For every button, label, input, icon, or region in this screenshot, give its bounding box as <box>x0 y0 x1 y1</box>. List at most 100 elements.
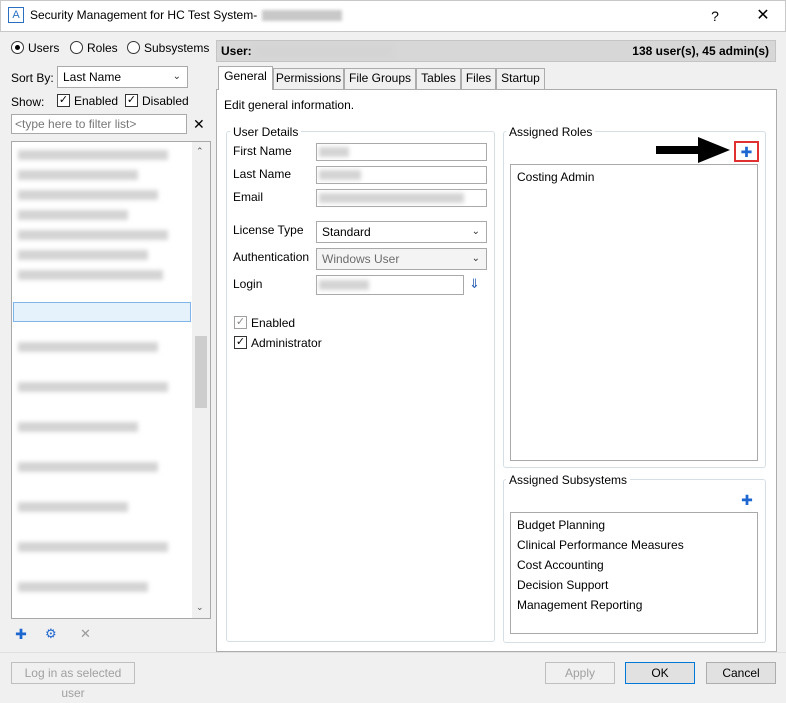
scroll-thumb[interactable] <box>195 336 207 408</box>
email-redacted <box>319 193 464 203</box>
radio-subsystems-label: Subsystems <box>144 41 210 55</box>
radio-users-indicator[interactable] <box>11 41 24 54</box>
list-item[interactable]: Management Reporting <box>511 598 757 618</box>
lookup-user-icon[interactable]: ⇓ <box>469 276 480 292</box>
user-name-redacted <box>255 46 393 57</box>
chevron-down-icon: ⌄ <box>172 71 181 82</box>
tab-general[interactable]: General <box>218 66 273 90</box>
first-name-label: First Name <box>233 144 292 158</box>
list-item[interactable] <box>18 542 168 552</box>
ok-button[interactable]: OK <box>625 662 695 684</box>
email-label: Email <box>233 190 264 204</box>
apply-button[interactable]: Apply <box>545 662 615 684</box>
cancel-button[interactable]: Cancel <box>706 662 776 684</box>
list-item[interactable]: Cost Accounting <box>511 558 757 578</box>
user-details-title: User Details <box>230 125 302 139</box>
last-name-field[interactable] <box>316 166 487 184</box>
license-type-value: Standard <box>322 225 371 239</box>
show-disabled-checkbox[interactable]: Disabled <box>125 94 189 108</box>
login-field[interactable] <box>316 275 464 295</box>
authentication-value: Windows User <box>322 252 400 266</box>
last-name-label: Last Name <box>233 167 292 181</box>
tab-file-groups[interactable]: File Groups <box>344 68 416 89</box>
show-enabled-label: Enabled <box>74 94 119 108</box>
sort-by-value: Last Name <box>63 70 122 84</box>
list-item[interactable] <box>18 582 148 592</box>
tab-permissions[interactable]: Permissions <box>273 68 344 89</box>
list-item[interactable] <box>18 502 128 512</box>
radio-roles-indicator[interactable] <box>70 41 83 54</box>
help-button[interactable]: ? <box>700 4 730 28</box>
list-item[interactable] <box>18 170 138 180</box>
list-item[interactable]: Clinical Performance Measures <box>511 538 757 558</box>
delete-user-icon[interactable]: ✕ <box>80 626 91 642</box>
list-scrollbar[interactable]: ⌃ ⌄ <box>192 142 210 618</box>
radio-roles[interactable]: Roles <box>70 41 118 55</box>
footer-divider <box>0 652 786 653</box>
list-item[interactable] <box>18 190 158 200</box>
show-enabled-checkbox[interactable]: Enabled <box>57 94 118 108</box>
show-disabled-check[interactable] <box>125 94 138 107</box>
email-field[interactable] <box>316 189 487 207</box>
assigned-subsystems-list[interactable]: Budget Planning Clinical Performance Mea… <box>510 512 758 634</box>
list-item[interactable] <box>18 210 128 220</box>
first-name-redacted <box>319 147 349 157</box>
add-subsystem-icon[interactable]: ✚ <box>740 493 754 507</box>
list-item[interactable] <box>18 250 148 260</box>
arrow-annotation-shaft <box>656 146 700 154</box>
user-header: User: 138 user(s), 45 admin(s) <box>216 40 776 62</box>
tab-startup[interactable]: Startup <box>496 68 545 89</box>
list-item[interactable]: Costing Admin <box>511 165 757 189</box>
show-disabled-label: Disabled <box>142 94 189 108</box>
administrator-check[interactable] <box>234 336 247 349</box>
user-label: User: <box>221 44 252 58</box>
scroll-up-icon[interactable]: ⌃ <box>196 146 204 157</box>
list-item[interactable]: Decision Support <box>511 578 757 598</box>
first-name-field[interactable] <box>316 143 487 161</box>
add-user-icon[interactable]: ✚ <box>14 627 28 641</box>
list-item[interactable]: Budget Planning <box>511 518 757 538</box>
login-as-selected-button[interactable]: Log in as selected user <box>11 662 135 700</box>
authentication-label: Authentication <box>233 250 310 264</box>
arrow-annotation-head <box>698 137 730 163</box>
tab-files[interactable]: Files <box>461 68 496 89</box>
sort-by-label: Sort By: <box>11 71 54 85</box>
clear-filter-icon[interactable]: ✕ <box>193 116 205 133</box>
user-details-group <box>226 131 495 642</box>
list-item[interactable] <box>18 150 168 160</box>
list-item[interactable] <box>18 422 138 432</box>
radio-subsystems[interactable]: Subsystems <box>127 41 209 55</box>
list-item[interactable] <box>18 230 168 240</box>
enabled-checkbox[interactable]: Enabled <box>234 316 295 330</box>
general-description: Edit general information. <box>224 98 355 112</box>
sort-by-select[interactable]: Last Name ⌄ <box>57 66 188 88</box>
scroll-down-icon[interactable]: ⌄ <box>196 602 204 613</box>
list-item[interactable] <box>18 382 168 392</box>
license-type-select[interactable]: Standard ⌄ <box>316 221 487 243</box>
list-item[interactable] <box>18 270 163 280</box>
user-counts: 138 user(s), 45 admin(s) <box>632 44 769 58</box>
chevron-down-icon: ⌄ <box>471 253 480 264</box>
login-label: Login <box>233 277 263 291</box>
selected-list-item[interactable] <box>13 302 191 322</box>
list-item[interactable] <box>18 462 158 472</box>
user-settings-icon[interactable]: ⚙ <box>45 626 63 642</box>
radio-roles-label: Roles <box>87 41 118 55</box>
app-icon: A <box>8 7 24 23</box>
window-title: Security Management for HC Test System- <box>30 8 258 22</box>
tab-tables[interactable]: Tables <box>416 68 461 89</box>
list-item[interactable] <box>18 342 158 352</box>
show-label: Show: <box>11 95 45 109</box>
add-role-icon[interactable]: ✚ <box>739 145 754 159</box>
administrator-checkbox[interactable]: Administrator <box>234 336 322 350</box>
show-enabled-check[interactable] <box>57 94 70 107</box>
close-button[interactable]: ✕ <box>746 4 780 28</box>
chevron-down-icon: ⌄ <box>471 226 480 237</box>
enabled-check[interactable] <box>234 316 247 329</box>
assigned-roles-list[interactable]: Costing Admin <box>510 164 758 461</box>
authentication-select[interactable]: Windows User ⌄ <box>316 248 487 270</box>
radio-users[interactable]: Users <box>11 41 59 55</box>
user-list[interactable]: ⌃ ⌄ <box>11 141 211 619</box>
radio-subsystems-indicator[interactable] <box>127 41 140 54</box>
filter-input[interactable]: <type here to filter list> <box>11 114 187 134</box>
